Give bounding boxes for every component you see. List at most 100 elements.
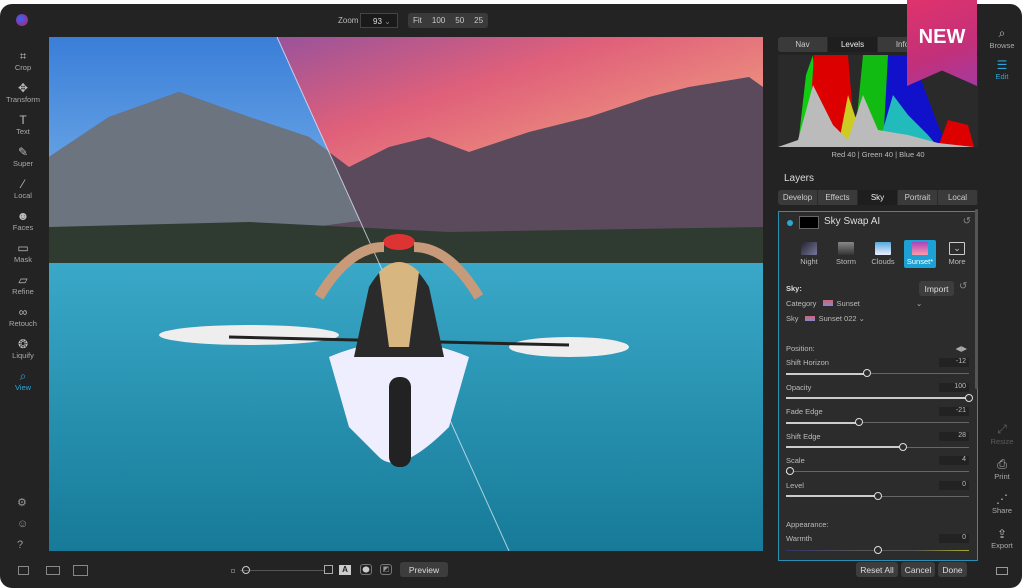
brush-size-slider[interactable]: [240, 566, 325, 574]
filter-enabled-dot[interactable]: [787, 220, 793, 226]
nav-print[interactable]: ⎙ Print: [985, 457, 1019, 481]
layer-tab-local[interactable]: Local: [938, 190, 978, 205]
tool-local[interactable]: ⁄ Local: [0, 177, 46, 209]
zoom-select[interactable]: 93 ⌄: [360, 13, 398, 28]
slider-value[interactable]: 4: [939, 456, 969, 465]
mask-icon: ▭: [17, 241, 29, 255]
zoom-25-button[interactable]: 25: [469, 13, 488, 28]
done-button[interactable]: Done: [938, 562, 967, 577]
slider-warmth[interactable]: Warmth 0: [786, 534, 969, 556]
slider-track[interactable]: [786, 442, 969, 451]
circle-mask-icon[interactable]: [360, 564, 372, 575]
slider-knob[interactable]: [855, 418, 864, 426]
settings-icon[interactable]: ⚙: [17, 496, 27, 509]
slider-value[interactable]: 0: [939, 480, 969, 490]
tool-transform[interactable]: ✥ Transform: [0, 81, 46, 113]
slider-value[interactable]: -12: [939, 358, 969, 367]
sky-select-row[interactable]: Sky Sunset 022 ⌄: [786, 314, 969, 323]
slider-knob[interactable]: [242, 566, 250, 574]
slider-track[interactable]: [786, 369, 969, 377]
mask-view-icon[interactable]: [324, 565, 333, 574]
tool-mask[interactable]: ▭ Mask: [0, 241, 46, 273]
slider-fade-edge[interactable]: Fade Edge -21: [786, 407, 969, 429]
slider-shift-horizon[interactable]: Shift Horizon -12: [786, 358, 969, 380]
tool-crop[interactable]: ⌗ Crop: [0, 49, 46, 81]
fullscreen-view-icon[interactable]: [73, 565, 88, 576]
import-button[interactable]: Import: [919, 281, 954, 296]
preset-night[interactable]: Night: [793, 240, 825, 268]
layer-tab-portrait[interactable]: Portrait: [898, 190, 938, 205]
reset-filter-icon[interactable]: ↺: [963, 216, 971, 227]
preset-more[interactable]: ⌄ More: [941, 240, 973, 268]
tool-refine[interactable]: ▱ Refine: [0, 273, 46, 305]
tool-sidebar: ⌗ Crop ✥ Transform T Text ✎ Super ⁄ Local ☻ Faces ▭ M…: [0, 49, 46, 401]
auto-icon[interactable]: A: [339, 565, 351, 575]
nav-edit[interactable]: ☰ Edit: [985, 58, 1019, 81]
photo-image: [49, 37, 763, 551]
zoom-50-button[interactable]: 50: [450, 13, 469, 28]
slider-value[interactable]: -21: [939, 407, 969, 416]
tool-text[interactable]: T Text: [0, 113, 46, 145]
layer-tab-develop[interactable]: Develop: [778, 190, 818, 205]
slider-value[interactable]: 0: [939, 534, 969, 543]
slider-knob[interactable]: [899, 442, 908, 451]
filter-mask-thumb[interactable]: [799, 216, 819, 229]
slider-knob[interactable]: [862, 369, 871, 377]
layer-tab-effects[interactable]: Effects: [818, 190, 858, 205]
slider-shift-edge[interactable]: Shift Edge 28: [786, 431, 969, 454]
tool-liquify[interactable]: ❂ Liquify: [0, 337, 46, 369]
preview-button[interactable]: Preview: [400, 562, 448, 577]
warmth-track[interactable]: [786, 546, 969, 554]
panel-tab-nav[interactable]: Nav: [778, 37, 828, 52]
slider-level[interactable]: Level 0: [786, 480, 969, 503]
panel-toggle-icon[interactable]: [996, 567, 1008, 575]
zoom-100-button[interactable]: 100: [427, 13, 450, 28]
tool-faces[interactable]: ☻ Faces: [0, 209, 46, 241]
reset-all-button[interactable]: Reset All: [856, 562, 898, 577]
user-icon[interactable]: ☺: [17, 518, 28, 530]
chevron-down-icon: ⌄: [384, 17, 391, 26]
photo-canvas[interactable]: [49, 37, 763, 551]
slider-scale[interactable]: Scale 4: [785, 456, 969, 478]
slider-knob[interactable]: [873, 546, 882, 554]
slider-value[interactable]: 28: [939, 431, 969, 441]
preset-clouds[interactable]: Clouds: [867, 240, 899, 268]
panel-scrollbar[interactable]: [975, 209, 978, 389]
zoom-presets: Fit 100 50 25: [408, 13, 489, 28]
slider-knob[interactable]: [873, 491, 882, 500]
overlay-icon[interactable]: ◩: [380, 564, 392, 575]
preset-storm[interactable]: Storm: [830, 240, 862, 268]
category-row[interactable]: Category Sunset ⌄: [786, 299, 969, 308]
share-icon: ⋰: [996, 492, 1008, 506]
zoom-fit-button[interactable]: Fit: [408, 13, 427, 28]
chevron-down-icon: ⌄: [949, 242, 965, 255]
slider-track[interactable]: [786, 418, 969, 426]
layer-tab-sky[interactable]: Sky: [858, 190, 898, 205]
single-view-icon[interactable]: [18, 566, 29, 575]
help-icon[interactable]: ?: [17, 539, 23, 551]
filmstrip-view-icon[interactable]: [46, 566, 60, 575]
panel-tab-levels[interactable]: Levels: [828, 37, 878, 52]
reset-sky-icon[interactable]: ↺: [959, 281, 967, 292]
slider-track[interactable]: [786, 393, 973, 402]
slider-opacity[interactable]: Opacity 100: [786, 382, 973, 405]
tool-retouch[interactable]: ∞ Retouch: [0, 305, 46, 337]
rgb-readout: Red 40 | Green 40 | Blue 40: [831, 150, 925, 159]
cancel-button[interactable]: Cancel: [901, 562, 935, 577]
view-icon: ⌕: [19, 369, 27, 383]
nav-export[interactable]: ⇪ Export: [985, 527, 1019, 550]
compare-arrows-icon[interactable]: ◀▶: [955, 344, 967, 353]
nav-browse[interactable]: ⌕ Browse: [985, 26, 1019, 50]
nav-label: Share: [991, 506, 1012, 515]
slider-value[interactable]: 100: [939, 382, 969, 392]
nav-resize[interactable]: ⤢ Resize: [985, 422, 1019, 446]
slider-knob[interactable]: [965, 393, 973, 402]
tool-view[interactable]: ⌕ View: [0, 369, 46, 401]
slider-track[interactable]: [785, 467, 969, 475]
preset-sunset[interactable]: Sunset*: [904, 240, 936, 268]
nav-share[interactable]: ⋰ Share: [985, 492, 1019, 515]
tool-super[interactable]: ✎ Super: [0, 145, 46, 177]
slider-track[interactable]: [786, 491, 969, 500]
slider-knob[interactable]: [785, 467, 794, 475]
preset-label: More: [948, 257, 966, 266]
